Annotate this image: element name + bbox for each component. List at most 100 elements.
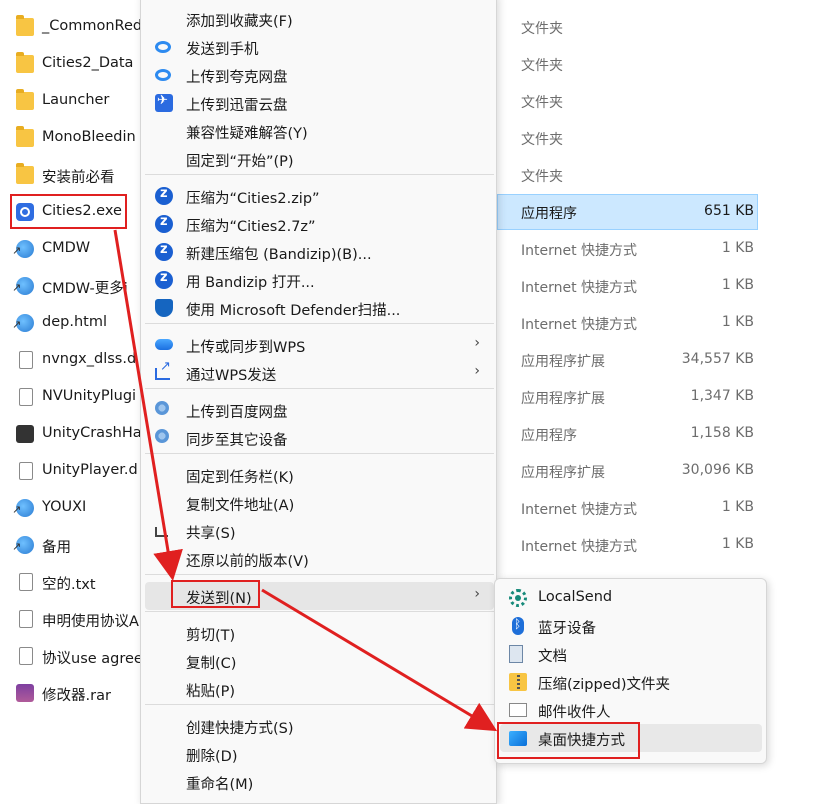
file-type: Internet 快捷方式 xyxy=(521,502,638,518)
cloud-icon xyxy=(155,69,171,81)
file-name: Cities2_Data xyxy=(42,55,134,71)
baidu-icon xyxy=(155,429,169,443)
send-to-item[interactable]: 邮件收件人 xyxy=(500,696,762,724)
send-to-item[interactable]: LocalSend xyxy=(500,584,762,612)
link-icon xyxy=(12,536,34,554)
bandizip-icon xyxy=(155,242,173,261)
menu-item[interactable]: 通过WPS发送 › xyxy=(145,359,494,387)
link-icon xyxy=(12,277,34,295)
file-size: 1 KB xyxy=(721,499,754,515)
file-name: NVUnityPlugi xyxy=(42,388,137,404)
menu-item[interactable]: 粘贴(P) xyxy=(145,675,494,703)
file-type: 文件夹 xyxy=(521,169,563,185)
baidu-icon xyxy=(155,401,169,415)
menu-separator xyxy=(145,574,494,575)
file-type: 文件夹 xyxy=(521,132,563,148)
folder-icon xyxy=(16,89,34,110)
context-menu: 添加到收藏夹(F) 发送到手机上传到夸克网盘上传到迅雷云盘兼容性疑难解答(Y) 固定… xyxy=(140,0,497,804)
menu-item[interactable]: 上传或同步到WPS › xyxy=(145,331,494,359)
menu-item-label: 固定到任务栏(K) xyxy=(186,470,294,486)
chevron-right-icon: › xyxy=(474,363,480,379)
menu-item[interactable]: 固定到“开始”(P) xyxy=(145,145,494,173)
menu-item-label: 粘贴(P) xyxy=(186,684,236,700)
chevron-right-icon: › xyxy=(474,335,480,351)
rar-icon xyxy=(16,684,34,702)
menu-item[interactable]: 压缩为“Cities2.7z” xyxy=(145,210,494,238)
menu-item-label: 共享(S) xyxy=(186,526,236,542)
menu-item-label: 兼容性疑难解答(Y) xyxy=(186,126,308,142)
file-type: 文件夹 xyxy=(521,58,563,74)
file-type: Internet 快捷方式 xyxy=(521,280,638,296)
menu-item[interactable]: 共享(S) xyxy=(145,517,494,545)
menu-item-label: 新建压缩包 (Bandizip)(B)... xyxy=(186,247,372,263)
menu-item[interactable]: 上传到夸克网盘 xyxy=(145,61,494,89)
file-type: 应用程序扩展 xyxy=(521,354,605,370)
file-name: nvngx_dlss.d xyxy=(42,351,137,367)
file-type: 应用程序 xyxy=(521,428,577,444)
file-name: 申明使用协议A xyxy=(42,614,139,630)
menu-item[interactable]: 新建压缩包 (Bandizip)(B)... xyxy=(145,238,494,266)
menu-separator xyxy=(145,704,494,705)
menu-item-label: 通过WPS发送 xyxy=(186,368,277,384)
send-to-item[interactable]: 蓝牙设备 xyxy=(500,612,762,640)
bandizip-icon xyxy=(155,214,173,233)
menu-item[interactable]: 还原以前的版本(V) xyxy=(145,545,494,573)
file-size: 1 KB xyxy=(721,277,754,293)
document-icon xyxy=(19,647,33,665)
menu-item-label: 剪切(T) xyxy=(186,628,236,644)
file-name: 空的.txt xyxy=(42,577,96,593)
menu-item-label: 还原以前的版本(V) xyxy=(186,554,309,570)
send-to-item[interactable]: 压缩(zipped)文件夹 xyxy=(500,668,762,696)
menu-item[interactable]: 剪切(T) xyxy=(145,619,494,647)
menu-item[interactable]: 创建快捷方式(S) xyxy=(145,712,494,740)
menu-item[interactable]: 复制(C) xyxy=(145,647,494,675)
menu-item-label: 重命名(M) xyxy=(186,777,254,793)
file-size: 34,557 KB xyxy=(681,351,754,367)
menu-item[interactable]: 用 Bandizip 打开... xyxy=(145,266,494,294)
file-name: YOUXI xyxy=(42,499,87,515)
file-name: dep.html xyxy=(42,314,107,330)
documents-icon xyxy=(509,645,523,663)
file-size: 1 KB xyxy=(721,240,754,256)
file-type: 文件夹 xyxy=(521,21,563,37)
menu-item[interactable]: 固定到任务栏(K) xyxy=(145,461,494,489)
menu-item-label: 创建快捷方式(S) xyxy=(186,721,294,737)
file-size: 1 KB xyxy=(721,536,754,552)
file-name: 备用 xyxy=(42,540,71,556)
chevron-right-icon: › xyxy=(474,586,480,602)
shield-icon xyxy=(155,299,173,317)
menu-separator xyxy=(145,611,494,612)
file-name: UnityCrashHa xyxy=(42,425,142,441)
menu-item[interactable]: 删除(D) xyxy=(145,740,494,768)
menu-item-label: 固定到“开始”(P) xyxy=(186,154,294,170)
highlight-box-send-to xyxy=(171,580,260,608)
menu-separator xyxy=(145,323,494,324)
file-size: 30,096 KB xyxy=(681,462,754,478)
menu-item[interactable]: 使用 Microsoft Defender扫描... xyxy=(145,294,494,322)
menu-item-label: 压缩为“Cities2.zip” xyxy=(186,191,320,207)
menu-item[interactable]: 发送到手机 xyxy=(145,33,494,61)
menu-item[interactable]: 压缩为“Cities2.zip” xyxy=(145,182,494,210)
menu-item[interactable]: 重命名(M) xyxy=(145,768,494,796)
file-name: MonoBleedin xyxy=(42,129,136,145)
file-type: Internet 快捷方式 xyxy=(521,317,638,333)
menu-item-label: 上传到夸克网盘 xyxy=(186,70,288,86)
menu-item[interactable]: 上传到迅雷云盘 xyxy=(145,89,494,117)
send-to-item-label: LocalSend xyxy=(538,589,613,605)
mail-icon xyxy=(509,703,527,717)
wps-cloud-icon xyxy=(155,339,173,350)
file-type: 应用程序 xyxy=(521,206,577,222)
send-to-item[interactable]: 文档 xyxy=(500,640,762,668)
menu-item[interactable]: 复制文件地址(A) xyxy=(145,489,494,517)
menu-item[interactable]: 添加到收藏夹(F) xyxy=(145,5,494,33)
menu-item[interactable]: 同步至其它设备 xyxy=(145,424,494,452)
file-name: 协议use agree xyxy=(42,651,143,667)
bandizip-icon xyxy=(155,270,173,289)
file-type: 应用程序扩展 xyxy=(521,465,605,481)
cloud-icon xyxy=(155,41,171,53)
menu-item-label: 添加到收藏夹(F) xyxy=(186,14,293,30)
menu-item-label: 同步至其它设备 xyxy=(186,433,288,449)
file-name: 修改器.rar xyxy=(42,688,111,704)
menu-item[interactable]: 兼容性疑难解答(Y) xyxy=(145,117,494,145)
menu-item[interactable]: 上传到百度网盘 xyxy=(145,396,494,424)
